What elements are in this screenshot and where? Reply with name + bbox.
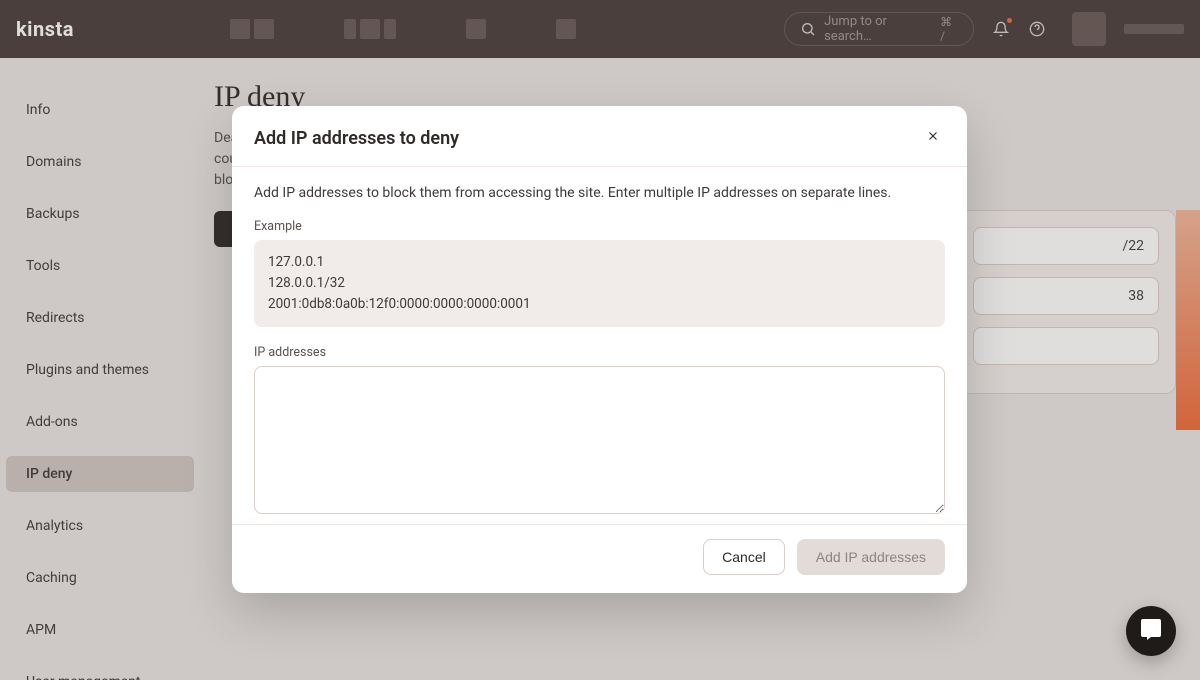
example-box: 127.0.0.1 128.0.0.1/32 2001:0db8:0a0b:12… <box>254 240 945 327</box>
cancel-button-label: Cancel <box>722 549 766 565</box>
modal-header: Add IP addresses to deny <box>232 106 967 167</box>
close-button[interactable] <box>921 126 945 150</box>
cancel-button[interactable]: Cancel <box>703 539 785 575</box>
modal-title: Add IP addresses to deny <box>254 128 459 149</box>
add-ip-addresses-button[interactable]: Add IP addresses <box>797 539 945 575</box>
modal-instruction: Add IP addresses to block them from acce… <box>254 185 945 201</box>
example-label: Example <box>254 219 945 234</box>
chat-icon <box>1139 617 1163 645</box>
ip-addresses-label: IP addresses <box>254 345 945 360</box>
close-icon <box>926 129 940 148</box>
chat-fab[interactable] <box>1126 606 1176 656</box>
modal-body: Add IP addresses to block them from acce… <box>232 167 967 524</box>
modal-footer: Cancel Add IP addresses <box>232 524 967 593</box>
submit-button-label: Add IP addresses <box>816 549 926 565</box>
add-ip-modal: Add IP addresses to deny Add IP addresse… <box>232 106 967 593</box>
ip-addresses-textarea[interactable] <box>254 366 945 514</box>
